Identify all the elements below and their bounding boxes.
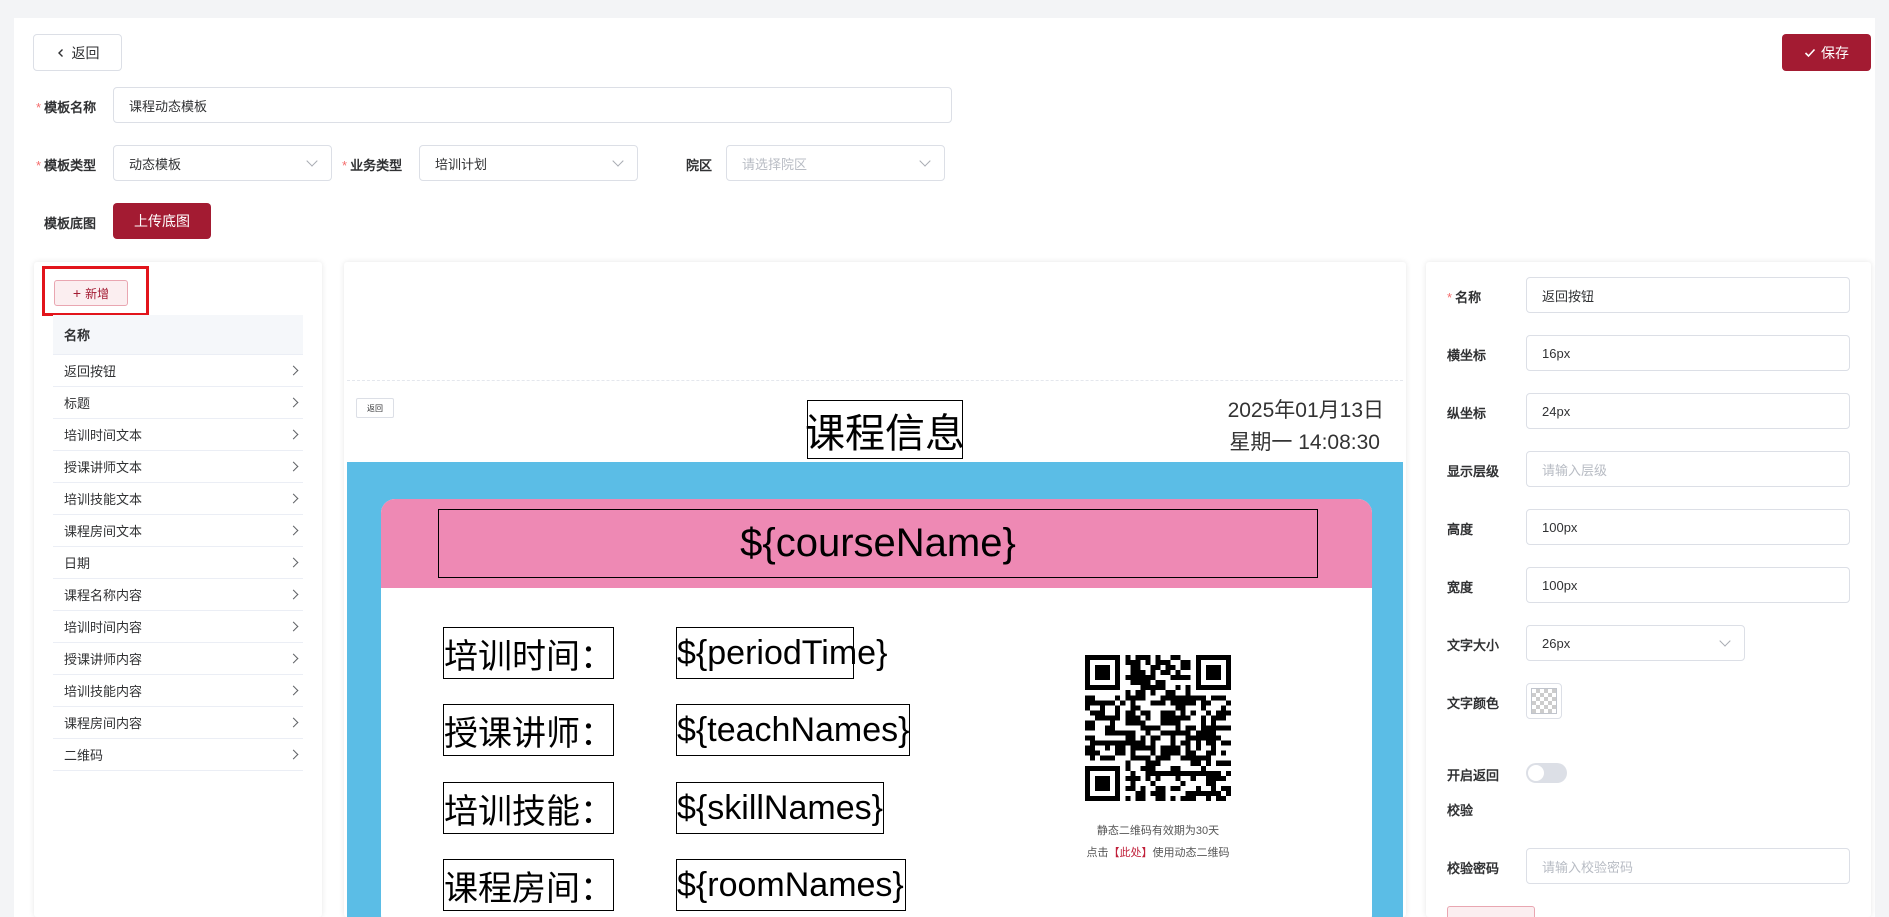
list-item[interactable]: 课程名称内容 — [53, 579, 303, 611]
preview-date[interactable]: 2025年01月13日 — [1194, 394, 1384, 424]
campus-label: 院区 — [686, 158, 713, 173]
list-item[interactable]: 培训时间内容 — [53, 611, 303, 643]
chevron-right-icon — [288, 685, 299, 696]
back-button[interactable]: 返回 — [33, 34, 122, 71]
background-label: 模板底图 — [44, 216, 97, 231]
preview-row-label[interactable]: 培训时间： — [443, 627, 614, 679]
y-input[interactable]: 24px — [1526, 393, 1850, 429]
template-name-label: * 模板名称 — [36, 100, 97, 115]
check-icon — [1804, 48, 1816, 57]
x-label: 横坐标 — [1447, 348, 1487, 363]
y-label: 纵坐标 — [1447, 406, 1487, 421]
business-type-value: 培训计划 — [435, 156, 488, 172]
qr-dynamic-link[interactable]: 【此处】 — [1109, 847, 1153, 859]
save-button-label: 保存 — [1821, 44, 1849, 61]
name-input[interactable]: 返回按钮 — [1526, 277, 1850, 313]
preview-row-label[interactable]: 培训技能： — [443, 782, 614, 834]
width-label: 宽度 — [1447, 580, 1474, 595]
chevron-down-icon — [612, 155, 624, 167]
chevron-right-icon — [288, 493, 299, 504]
preview-row-value[interactable]: ${teachNames} — [676, 704, 910, 756]
back-button-label: 返回 — [71, 44, 100, 61]
qr-note-dynamic: 点击【此处】使用动态二维码 — [1086, 847, 1230, 859]
campus-placeholder: 请选择院区 — [742, 156, 808, 172]
list-item[interactable]: 课程房间文本 — [53, 515, 303, 547]
preview-row-value[interactable]: ${skillNames} — [676, 782, 884, 834]
qr-code-icon[interactable] — [1085, 655, 1231, 801]
add-element-label: 新增 — [85, 286, 110, 301]
font-size-select[interactable]: 26px — [1526, 625, 1745, 661]
template-type-value: 动态模板 — [129, 156, 182, 172]
business-type-label: * 业务类型 — [342, 158, 403, 173]
return-check-label-2: 校验 — [1447, 803, 1474, 818]
chevron-down-icon — [1719, 635, 1731, 647]
list-item[interactable]: 返回按钮 — [53, 355, 303, 387]
list-item[interactable]: 培训技能文本 — [53, 483, 303, 515]
list-item[interactable]: 培训技能内容 — [53, 675, 303, 707]
font-size-label: 文字大小 — [1447, 638, 1500, 653]
template-preview-canvas: 返回 课程信息 2025年01月13日 星期一 14:08:30 ${cours… — [344, 262, 1406, 917]
width-input[interactable]: 100px — [1526, 567, 1850, 603]
chevron-right-icon — [288, 557, 299, 568]
chevron-down-icon — [306, 155, 318, 167]
x-input[interactable]: 16px — [1526, 335, 1850, 371]
plus-icon: + — [72, 285, 82, 301]
chevron-right-icon — [288, 397, 299, 408]
template-name-input[interactable]: 课程动态模板 — [113, 87, 952, 123]
campus-select[interactable]: 请选择院区 — [726, 145, 945, 181]
chevron-right-icon — [288, 717, 299, 728]
save-button[interactable]: 保存 — [1782, 34, 1871, 71]
list-item[interactable]: 授课讲师文本 — [53, 451, 303, 483]
chevron-right-icon — [288, 621, 299, 632]
check-password-input[interactable]: 请输入校验密码 — [1526, 848, 1850, 884]
chevron-down-icon — [919, 155, 931, 167]
z-index-input[interactable]: 请输入层级 — [1526, 451, 1850, 487]
element-list-header: 名称 — [53, 315, 303, 355]
chevron-left-icon — [57, 48, 63, 57]
chevron-right-icon — [288, 525, 299, 536]
chevron-right-icon — [288, 749, 299, 760]
element-list: 名称 返回按钮 标题 培训时间文本 授课讲师文本 培训技能文本 课程房间文本 日… — [53, 315, 303, 771]
preview-card: ${courseName} 培训时间： ${periodTime} 授课讲师： … — [381, 499, 1372, 917]
chevron-right-icon — [288, 365, 299, 376]
font-color-picker[interactable] — [1526, 683, 1562, 719]
list-item[interactable]: 授课讲师内容 — [53, 643, 303, 675]
template-name-value: 课程动态模板 — [129, 98, 208, 114]
template-type-label: * 模板类型 — [36, 158, 97, 173]
preview-weekday-time[interactable]: 星期一 14:08:30 — [1194, 426, 1380, 456]
font-color-label: 文字颜色 — [1447, 696, 1500, 711]
list-item[interactable]: 培训时间文本 — [53, 419, 303, 451]
height-input[interactable]: 100px — [1526, 509, 1850, 545]
qr-note-validity: 静态二维码有效期为30天 — [1096, 825, 1220, 837]
canvas-guide-line — [347, 380, 1403, 381]
return-check-label: 开启返回 — [1447, 768, 1500, 783]
preview-row-value[interactable]: ${periodTime} — [676, 627, 887, 679]
add-element-button[interactable]: + 新增 — [54, 280, 128, 306]
check-password-label: 校验密码 — [1447, 861, 1500, 876]
return-check-toggle[interactable] — [1526, 763, 1567, 783]
chevron-right-icon — [288, 589, 299, 600]
chevron-right-icon — [288, 653, 299, 664]
panel-action-button[interactable] — [1447, 906, 1535, 917]
list-item[interactable]: 二维码 — [53, 739, 303, 771]
list-item[interactable]: 课程房间内容 — [53, 707, 303, 739]
chevron-right-icon — [288, 461, 299, 472]
preview-row-label[interactable]: 授课讲师： — [443, 704, 614, 756]
template-type-select[interactable]: 动态模板 — [113, 145, 332, 181]
add-button-highlight: + 新增 — [42, 266, 149, 316]
business-type-select[interactable]: 培训计划 — [419, 145, 638, 181]
list-item[interactable]: 日期 — [53, 547, 303, 579]
color-swatch-icon — [1531, 688, 1557, 714]
preview-back-button[interactable]: 返回 — [356, 398, 394, 418]
z-index-label: 显示层级 — [1447, 464, 1500, 479]
height-label: 高度 — [1447, 522, 1474, 537]
preview-course-name[interactable]: ${courseName} — [438, 509, 1318, 578]
preview-title[interactable]: 课程信息 — [805, 400, 965, 459]
chevron-right-icon — [288, 429, 299, 440]
list-item[interactable]: 标题 — [53, 387, 303, 419]
preview-row-value[interactable]: ${roomNames} — [676, 859, 906, 911]
name-label: * 名称 — [1447, 290, 1482, 305]
preview-row-label[interactable]: 课程房间： — [443, 859, 614, 911]
upload-background-button[interactable]: 上传底图 — [113, 203, 211, 239]
